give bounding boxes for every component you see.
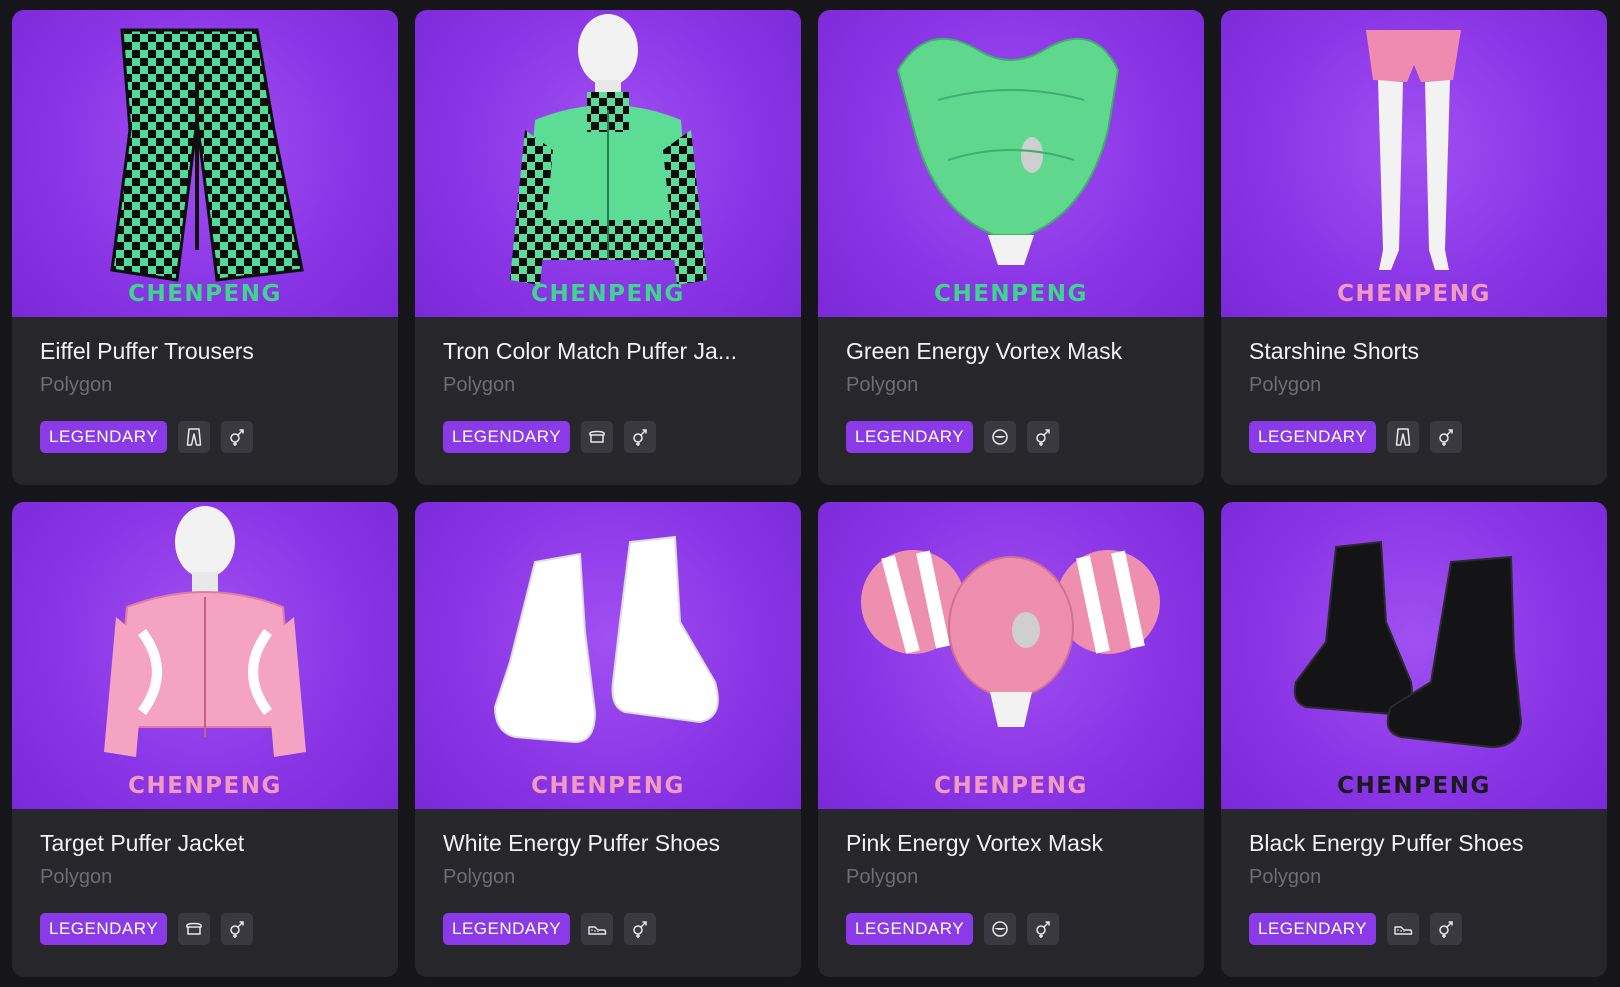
watermark-text: CHENPENG bbox=[934, 773, 1088, 799]
item-preview-image bbox=[493, 535, 719, 744]
item-card[interactable]: CHENPENG White Energy Puffer Shoes Polyg… bbox=[415, 502, 801, 977]
watermark-text: CHENPENG bbox=[531, 773, 685, 799]
unisex-icon bbox=[1430, 421, 1463, 453]
item-info: Green Energy Vortex Mask Polygon LEGENDA… bbox=[818, 317, 1204, 453]
item-name[interactable]: Pink Energy Vortex Mask bbox=[846, 829, 1176, 857]
item-info: Target Puffer Jacket Polygon LEGENDARY bbox=[12, 809, 398, 945]
item-thumbnail[interactable]: CHENPENG bbox=[818, 502, 1204, 809]
watermark-text: CHENPENG bbox=[1337, 773, 1491, 799]
watermark-text: CHENPENG bbox=[531, 281, 685, 307]
watermark-text: CHENPENG bbox=[934, 281, 1088, 307]
item-name[interactable]: Tron Color Match Puffer Ja... bbox=[443, 337, 773, 365]
item-thumbnail[interactable]: CHENPENG bbox=[1221, 10, 1607, 317]
rarity-badge: LEGENDARY bbox=[846, 421, 974, 453]
item-card[interactable]: CHENPENG Target Puffer Jacket Polygon LE… bbox=[12, 502, 398, 977]
item-card[interactable]: CHENPENG Starshine Shorts Polygon LEGEND… bbox=[1221, 10, 1607, 485]
item-tags: LEGENDARY bbox=[40, 421, 370, 453]
item-name[interactable]: Eiffel Puffer Trousers bbox=[40, 337, 370, 365]
unisex-icon bbox=[221, 421, 254, 453]
unisex-icon bbox=[624, 421, 657, 453]
item-name[interactable]: White Energy Puffer Shoes bbox=[443, 829, 773, 857]
unisex-icon bbox=[1027, 421, 1060, 453]
item-card[interactable]: CHENPENG Black Energy Puffer Shoes Polyg… bbox=[1221, 502, 1607, 977]
item-creator[interactable]: Polygon bbox=[40, 373, 370, 397]
item-grid: CHENPENG Eiffel Puffer Trousers Polygon … bbox=[12, 10, 1607, 977]
item-info: Starshine Shorts Polygon LEGENDARY bbox=[1221, 317, 1607, 453]
watermark-text: CHENPENG bbox=[128, 281, 282, 307]
item-creator[interactable]: Polygon bbox=[40, 865, 370, 889]
item-thumbnail[interactable]: CHENPENG bbox=[12, 502, 398, 809]
shoe-icon bbox=[1387, 913, 1420, 945]
item-preview-image bbox=[861, 550, 1160, 727]
item-info: White Energy Puffer Shoes Polygon LEGEND… bbox=[415, 809, 801, 945]
item-info: Eiffel Puffer Trousers Polygon LEGENDARY bbox=[12, 317, 398, 453]
item-name[interactable]: Starshine Shorts bbox=[1249, 337, 1579, 365]
mask-icon bbox=[984, 421, 1017, 453]
rarity-badge: LEGENDARY bbox=[1249, 913, 1377, 945]
unisex-icon bbox=[1430, 913, 1463, 945]
item-info: Black Energy Puffer Shoes Polygon LEGEND… bbox=[1221, 809, 1607, 945]
trousers-icon bbox=[178, 421, 211, 453]
item-name[interactable]: Target Puffer Jacket bbox=[40, 829, 370, 857]
item-creator[interactable]: Polygon bbox=[846, 373, 1176, 397]
item-info: Pink Energy Vortex Mask Polygon LEGENDAR… bbox=[818, 809, 1204, 945]
item-preview-image bbox=[510, 14, 707, 285]
watermark-text: CHENPENG bbox=[1337, 281, 1491, 307]
item-thumbnail[interactable]: CHENPENG bbox=[1221, 502, 1607, 809]
unisex-icon bbox=[1027, 913, 1060, 945]
item-card[interactable]: CHENPENG Eiffel Puffer Trousers Polygon … bbox=[12, 10, 398, 485]
item-preview-image bbox=[1366, 30, 1461, 270]
item-tags: LEGENDARY bbox=[846, 913, 1176, 945]
mask-icon bbox=[984, 913, 1017, 945]
rarity-badge: LEGENDARY bbox=[443, 913, 571, 945]
item-thumbnail[interactable]: CHENPENG bbox=[12, 10, 398, 317]
top-icon bbox=[178, 913, 211, 945]
item-creator[interactable]: Polygon bbox=[443, 865, 773, 889]
item-preview-image bbox=[896, 37, 1120, 265]
item-card[interactable]: CHENPENG Green Energy Vortex Mask Polygo… bbox=[818, 10, 1204, 485]
item-creator[interactable]: Polygon bbox=[1249, 865, 1579, 889]
item-card[interactable]: CHENPENG Tron Color Match Puffer Ja... P… bbox=[415, 10, 801, 485]
rarity-badge: LEGENDARY bbox=[443, 421, 571, 453]
item-tags: LEGENDARY bbox=[1249, 913, 1579, 945]
item-tags: LEGENDARY bbox=[443, 421, 773, 453]
item-tags: LEGENDARY bbox=[443, 913, 773, 945]
rarity-badge: LEGENDARY bbox=[40, 913, 168, 945]
item-info: Tron Color Match Puffer Ja... Polygon LE… bbox=[415, 317, 801, 453]
top-icon bbox=[581, 421, 614, 453]
item-creator[interactable]: Polygon bbox=[846, 865, 1176, 889]
watermark-text: CHENPENG bbox=[128, 773, 282, 799]
item-name[interactable]: Green Energy Vortex Mask bbox=[846, 337, 1176, 365]
rarity-badge: LEGENDARY bbox=[40, 421, 168, 453]
item-tags: LEGENDARY bbox=[40, 913, 370, 945]
item-creator[interactable]: Polygon bbox=[443, 373, 773, 397]
rarity-badge: LEGENDARY bbox=[1249, 421, 1377, 453]
item-card[interactable]: CHENPENG Pink Energy Vortex Mask Polygon… bbox=[818, 502, 1204, 977]
item-preview-image bbox=[1293, 540, 1523, 749]
item-tags: LEGENDARY bbox=[1249, 421, 1579, 453]
item-preview-image bbox=[110, 28, 304, 282]
unisex-icon bbox=[624, 913, 657, 945]
item-creator[interactable]: Polygon bbox=[1249, 373, 1579, 397]
item-preview-image bbox=[104, 506, 306, 757]
item-thumbnail[interactable]: CHENPENG bbox=[818, 10, 1204, 317]
item-thumbnail[interactable]: CHENPENG bbox=[415, 10, 801, 317]
rarity-badge: LEGENDARY bbox=[846, 913, 974, 945]
shoe-icon bbox=[581, 913, 614, 945]
item-name[interactable]: Black Energy Puffer Shoes bbox=[1249, 829, 1579, 857]
item-thumbnail[interactable]: CHENPENG bbox=[415, 502, 801, 809]
trousers-icon bbox=[1387, 421, 1420, 453]
unisex-icon bbox=[221, 913, 254, 945]
item-tags: LEGENDARY bbox=[846, 421, 1176, 453]
